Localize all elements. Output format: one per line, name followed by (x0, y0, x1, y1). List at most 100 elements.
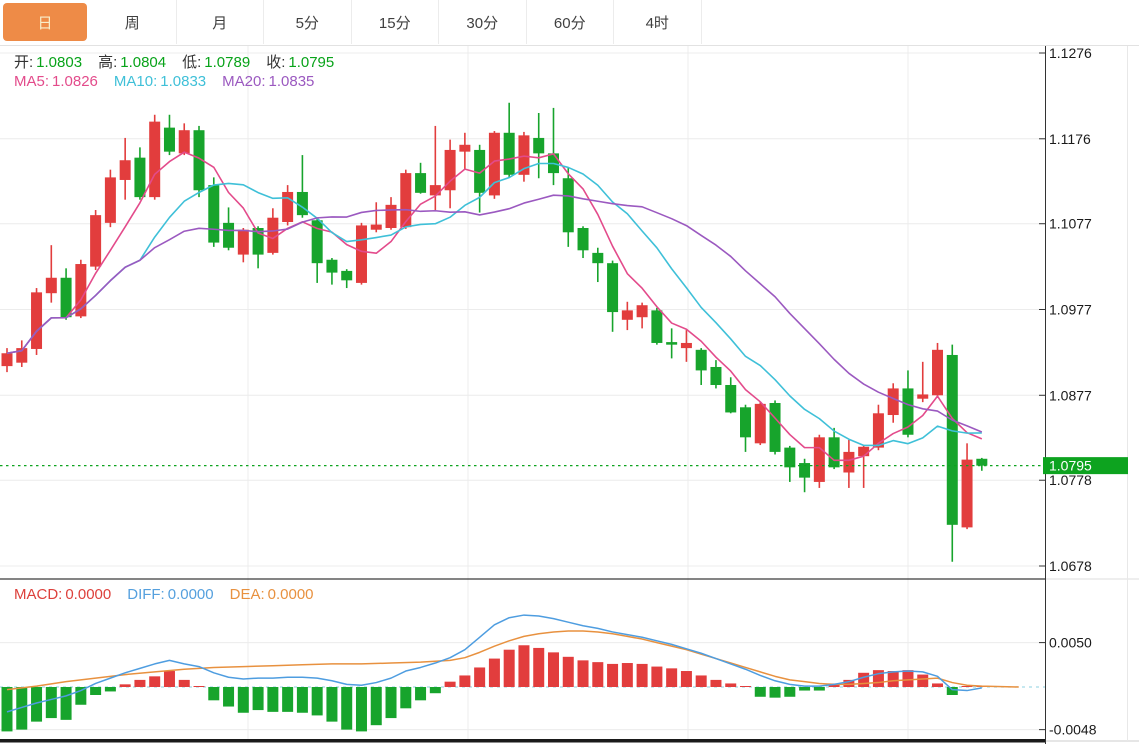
ma10-readout-label: MA10: (114, 73, 157, 90)
diff-readout: DIFF:0.0000 (127, 586, 213, 603)
close-readout: 收:1.0795 (266, 54, 334, 71)
candle-body (651, 310, 662, 343)
candle-body (46, 278, 57, 293)
macd-hist-bar (459, 675, 470, 687)
macd-hist-bar (784, 687, 795, 697)
close-readout-value: 1.0795 (288, 54, 334, 71)
macd-hist-bar (858, 673, 869, 687)
open-readout-label: 开: (14, 54, 33, 71)
candle-body (326, 260, 337, 273)
ma10-readout-value: 1.0833 (160, 73, 206, 90)
tab-15min[interactable]: 15分 (352, 0, 440, 44)
price-axis-label: 1.0678 (1049, 558, 1092, 574)
candle-body (415, 173, 426, 193)
macd-readout: MACD:0.0000 (14, 586, 111, 603)
high-readout-value: 1.0804 (120, 54, 166, 71)
tab-weekly[interactable]: 周 (89, 0, 177, 44)
candle-body (592, 253, 603, 263)
candle-body (120, 160, 131, 180)
candle-body (61, 278, 72, 317)
candle-body (2, 353, 13, 366)
macd-hist-bar (518, 645, 529, 687)
macd-hist-bar (902, 670, 913, 687)
macd-hist-bar (149, 676, 160, 687)
ma20-readout-label: MA20: (222, 73, 265, 90)
candle-body (208, 185, 219, 242)
candle-body (164, 128, 175, 152)
trading-chart-window: 1.12761.11761.10771.09771.08771.07781.06… (0, 0, 1139, 744)
macd-hist-bar (282, 687, 293, 712)
macd-hist-bar (415, 687, 426, 700)
macd-hist-bar (563, 657, 574, 687)
macd-hist-bar (223, 687, 234, 707)
candlestick-macd-chart-canvas[interactable]: 1.12761.11761.10771.09771.08771.07781.06… (0, 0, 1139, 744)
candle-body (223, 223, 234, 248)
candle-body (134, 158, 145, 197)
candle-body (386, 205, 397, 228)
low-readout-label: 低: (182, 54, 201, 71)
macd-hist-bar (710, 680, 721, 687)
macd-hist-bar (297, 687, 308, 713)
macd-hist-bar (430, 687, 441, 693)
candle-body (533, 138, 544, 153)
tab-4hour[interactable]: 4时 (614, 0, 702, 44)
candle-body (238, 230, 249, 255)
timeframe-tabbar: 日周月5分15分30分60分4时 (0, 0, 1139, 46)
macd-hist-bar (504, 650, 515, 687)
candle-body (755, 404, 766, 443)
macd-hist-bar (740, 686, 751, 687)
candle-body (976, 459, 987, 466)
dea-readout: DEA:0.0000 (230, 586, 314, 603)
macd-hist-bar (917, 675, 928, 687)
candle-body (179, 130, 190, 153)
macd-hist-bar (622, 663, 633, 687)
ohlc-readout: 开:1.0803 高:1.0804 低:1.0789 收:1.0795 (14, 51, 350, 72)
ma10-line (7, 163, 982, 445)
high-readout-label: 高: (98, 54, 117, 71)
macd-hist-bar (651, 667, 662, 687)
ma-readout: MA5:1.0826MA10:1.0833MA20:1.0835 (14, 73, 330, 90)
candle-body (681, 343, 692, 348)
candle-body (917, 394, 928, 398)
macd-hist-bar (194, 686, 205, 687)
open-readout: 开:1.0803 (14, 54, 82, 71)
candle-body (149, 122, 160, 197)
macd-hist-bar (474, 667, 485, 687)
price-axis-label: 1.1276 (1049, 45, 1092, 61)
macd-hist-bar (637, 664, 648, 687)
candle-body (90, 215, 101, 266)
macd-hist-bar (696, 675, 707, 687)
candle-body (297, 192, 308, 215)
tab-5min[interactable]: 5分 (264, 0, 352, 44)
candle-body (637, 305, 648, 317)
candle-body (932, 350, 943, 395)
macd-hist-bar (120, 684, 131, 687)
current-price-tag-label: 1.0795 (1049, 458, 1092, 474)
candle-body (858, 447, 869, 456)
macd-hist-bar (592, 662, 603, 687)
candle-body (740, 407, 751, 437)
ma5-readout-value: 1.0826 (52, 73, 98, 90)
candle-body (504, 133, 515, 175)
macd-hist-bar (947, 687, 958, 695)
candle-body (430, 185, 441, 195)
bottom-border (0, 739, 1045, 743)
macd-hist-bar (681, 671, 692, 687)
tab-daily[interactable]: 日 (3, 3, 87, 41)
candle-body (105, 177, 116, 222)
candle-body (784, 448, 795, 468)
candle-body (563, 178, 574, 232)
macd-hist-bar (725, 683, 736, 687)
dea-readout-label: DEA: (230, 586, 265, 603)
low-readout-value: 1.0789 (204, 54, 250, 71)
tab-60min[interactable]: 60分 (527, 0, 615, 44)
tab-monthly[interactable]: 月 (177, 0, 265, 44)
macd-hist-bar (888, 671, 899, 687)
macd-hist-bar (814, 687, 825, 691)
candle-body (696, 350, 707, 371)
ma10-readout: MA10:1.0833 (114, 73, 206, 90)
tab-30min[interactable]: 30分 (439, 0, 527, 44)
macd-axis-label: -0.0048 (1049, 722, 1097, 738)
macd-hist-bar (533, 648, 544, 687)
candle-body (400, 173, 411, 227)
